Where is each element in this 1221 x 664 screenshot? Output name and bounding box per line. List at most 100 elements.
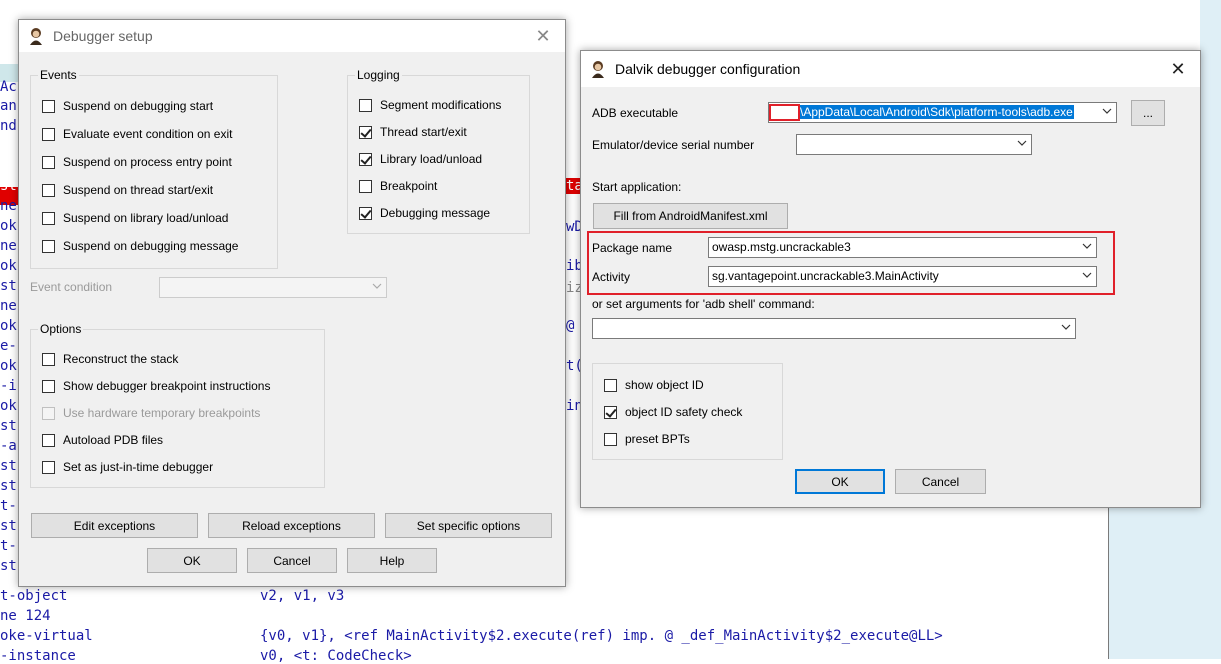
dialog-titlebar[interactable]: Debugger setup ✕ [19,20,565,52]
checkbox-box[interactable] [359,179,372,193]
code-line[interactable]: oke-virtual [0,628,93,644]
help-button[interactable]: Help [347,548,437,573]
checkbox-suspend-message[interactable]: Suspend on debugging message [42,238,238,254]
checkbox-box[interactable] [42,127,55,141]
checkbox-box[interactable] [42,460,55,474]
code-fragment[interactable]: t- [0,498,17,514]
code-fragment[interactable]: st [0,558,17,574]
checkbox-log-breakpoint[interactable]: Breakpoint [359,178,437,194]
checkbox-box[interactable] [42,379,55,393]
code-fragment[interactable]: ok [0,258,17,274]
checkbox-suspend-thread[interactable]: Suspend on thread start/exit [42,182,213,198]
code-fragment[interactable]: ne [0,198,17,214]
events-group-label: Events [38,68,79,82]
redaction-box [769,104,800,121]
code-fragment[interactable]: ok [0,398,17,414]
dialog-titlebar[interactable]: Dalvik debugger configuration ✕ [581,51,1200,87]
code-fragment[interactable]: nd [0,118,17,134]
checkbox-evaluate-condition-exit[interactable]: Evaluate event condition on exit [42,126,232,142]
code-fragment[interactable]: st [0,178,17,194]
checkbox-log-thread[interactable]: Thread start/exit [359,124,467,140]
reload-exceptions-button[interactable]: Reload exceptions [208,513,375,538]
checkbox-label: Suspend on library load/unload [63,211,229,225]
code-fragment[interactable]: st [0,478,17,494]
checkbox-box[interactable] [42,433,55,447]
code-fragment[interactable]: ne [0,298,17,314]
checkbox-box[interactable] [42,155,55,169]
chevron-down-icon [1061,324,1071,330]
checkbox-box[interactable] [604,405,617,419]
code-fragment[interactable]: ok [0,318,17,334]
code-fragment[interactable]: st [0,278,17,294]
checkbox-box[interactable] [42,99,55,113]
code-fragment[interactable]: -a [0,438,17,454]
checkbox-log-message[interactable]: Debugging message [359,205,490,221]
code-fragment[interactable]: ok [0,218,17,234]
checkbox-box[interactable] [42,183,55,197]
fill-from-manifest-button[interactable]: Fill from AndroidManifest.xml [593,203,788,229]
checkbox-reconstruct-stack[interactable]: Reconstruct the stack [42,351,178,367]
checkbox-preset-bpts[interactable]: preset BPTs [604,431,690,447]
checkbox-autoload-pdb[interactable]: Autoload PDB files [42,432,163,448]
checkbox-box[interactable] [42,352,55,366]
activity-combo[interactable]: sg.vantagepoint.uncrackable3.MainActivit… [708,266,1097,287]
cancel-button[interactable]: Cancel [895,469,986,494]
checkbox-show-bp-instructions[interactable]: Show debugger breakpoint instructions [42,378,270,394]
code-fragment[interactable]: st [0,458,17,474]
checkbox-label: object ID safety check [625,405,743,419]
ida-logo-icon [592,61,604,78]
close-icon[interactable]: ✕ [533,26,553,46]
checkbox-label: Debugging message [380,206,491,220]
checkbox-box[interactable] [359,206,372,220]
checkbox-suspend-library[interactable]: Suspend on library load/unload [42,210,228,226]
checkbox-show-object-id[interactable]: show object ID [604,377,704,393]
checkbox-box[interactable] [604,432,617,446]
code-fragment[interactable]: an [0,98,17,114]
checkbox-suspend-entry-point[interactable]: Suspend on process entry point [42,154,232,170]
adb-shell-args-combo[interactable] [592,318,1076,339]
edit-exceptions-button[interactable]: Edit exceptions [31,513,198,538]
checkbox-box[interactable] [604,378,617,392]
serial-number-combo[interactable] [796,134,1032,155]
code-fragment[interactable]: Ac [0,79,17,95]
code-fragment[interactable]: -i [0,378,17,394]
package-name-combo[interactable]: owasp.mstg.uncrackable3 [708,237,1097,258]
close-icon[interactable]: ✕ [1168,59,1188,79]
checkbox-box[interactable] [42,239,55,253]
chevron-down-icon [372,283,382,289]
checkbox-box[interactable] [42,211,55,225]
checkbox-box[interactable] [359,125,372,139]
checkbox-log-library[interactable]: Library load/unload [359,151,482,167]
checkbox-log-segment[interactable]: Segment modifications [359,97,501,113]
event-condition-label: Event condition [30,280,113,294]
checkbox-label: Suspend on debugging message [63,239,239,253]
checkbox-label: Autoload PDB files [63,433,164,447]
code-fragment[interactable]: ne [0,238,17,254]
set-specific-options-button[interactable]: Set specific options [385,513,552,538]
cancel-button[interactable]: Cancel [247,548,337,573]
checkbox-jit-debugger[interactable]: Set as just-in-time debugger [42,459,213,475]
code-line[interactable]: -instance [0,648,76,664]
checkbox-suspend-debugging-start[interactable]: Suspend on debugging start [42,98,213,114]
code-fragment[interactable]: st [0,518,17,534]
checkbox-label: Suspend on thread start/exit [63,183,214,197]
dalvik-config-dialog: Dalvik debugger configuration ✕ ADB exec… [580,50,1201,508]
ok-button[interactable]: OK [795,469,885,494]
adb-executable-combo[interactable]: \AppData\Local\Android\Sdk\platform-tool… [768,102,1117,123]
code-fragment[interactable]: st [0,418,17,434]
checkbox-box[interactable] [359,152,372,166]
checkbox-object-id-safety[interactable]: object ID safety check [604,404,742,420]
browse-button[interactable]: ... [1131,100,1165,126]
ok-button[interactable]: OK [147,548,237,573]
checkbox-label: Set as just-in-time debugger [63,460,214,474]
code-fragment[interactable]: t- [0,538,17,554]
code-line[interactable]: t-object [0,588,67,604]
code-line[interactable]: ne 124 [0,608,51,624]
code-fragment[interactable]: e- [0,338,17,354]
checkbox-label: Thread start/exit [380,125,467,139]
logging-group-label: Logging [355,68,402,82]
event-condition-combo[interactable] [159,277,387,298]
code-fragment[interactable]: @ [566,318,574,334]
code-fragment[interactable]: ok [0,358,17,374]
checkbox-box[interactable] [359,98,372,112]
